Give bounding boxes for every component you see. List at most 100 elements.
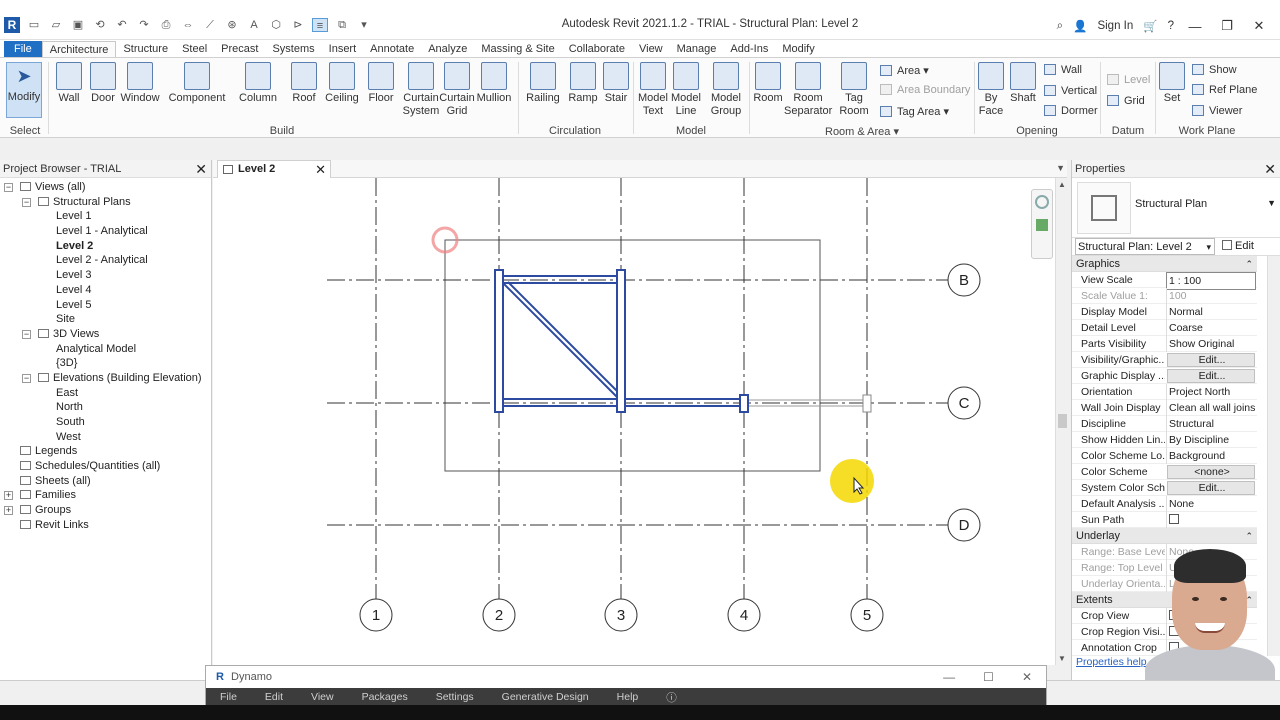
tree-item-3d-views[interactable]: − 3D Views bbox=[0, 327, 211, 342]
mullion-button[interactable]: Mullion bbox=[476, 62, 512, 105]
property-group-graphics[interactable]: Graphics ⌃ bbox=[1072, 256, 1257, 272]
column-2[interactable] bbox=[494, 269, 504, 413]
collapse-icon[interactable]: ⌃ bbox=[1245, 528, 1253, 544]
drawing-canvas[interactable]: 1 2 3 4 5 B C D bbox=[213, 178, 1055, 665]
brace-diagonal-edge[interactable] bbox=[507, 281, 620, 394]
tab-structure[interactable]: Structure bbox=[116, 41, 175, 58]
scroll-up-icon[interactable]: ▲ bbox=[1058, 180, 1066, 189]
tree-item-level-2[interactable]: Level 2 bbox=[0, 239, 211, 254]
collapse-icon[interactable]: − bbox=[4, 183, 13, 192]
ramp-button[interactable]: Ramp bbox=[566, 62, 600, 105]
tab-menu-icon[interactable]: ▼ bbox=[1056, 163, 1065, 173]
properties-help-link[interactable]: Properties help bbox=[1076, 656, 1147, 668]
tree-item-elevations-building-elevation[interactable]: − Elevations (Building Elevation) bbox=[0, 371, 211, 386]
modify-button[interactable]: ➤ Modify bbox=[6, 62, 42, 118]
tree-item-east[interactable]: East bbox=[0, 386, 211, 401]
search-icon[interactable]: ⌕ bbox=[1057, 20, 1063, 33]
column-4[interactable] bbox=[739, 394, 749, 413]
property-value[interactable]: Project North bbox=[1166, 384, 1256, 400]
railing-button[interactable]: Railing bbox=[522, 62, 564, 105]
dynamo-menu-packages[interactable]: Packages bbox=[362, 691, 408, 703]
dynamo-menu-generative-design[interactable]: Generative Design bbox=[502, 691, 589, 703]
tree-item-analytical-model[interactable]: Analytical Model bbox=[0, 342, 211, 357]
column-3[interactable] bbox=[616, 269, 626, 413]
tree-item-structural-plans[interactable]: − Structural Plans bbox=[0, 195, 211, 210]
tab-steel[interactable]: Steel bbox=[175, 41, 214, 58]
curtain-system-button[interactable]: Curtain System bbox=[400, 62, 442, 118]
checkbox-icon[interactable] bbox=[1169, 514, 1179, 524]
property-edit-button[interactable]: Edit... bbox=[1167, 481, 1255, 495]
expand-icon[interactable]: + bbox=[4, 491, 13, 501]
structural-plan-drawing[interactable]: 1 2 3 4 5 B C D bbox=[213, 178, 1055, 665]
tab-insert[interactable]: Insert bbox=[322, 41, 364, 58]
brace-diagonal[interactable] bbox=[501, 281, 620, 400]
tab-add-ins[interactable]: Add-Ins bbox=[723, 41, 775, 58]
component-button[interactable]: Component bbox=[166, 62, 228, 105]
tree-item-level-3[interactable]: Level 3 bbox=[0, 268, 211, 283]
view-scrollbar[interactable]: ▲ ▼ bbox=[1055, 178, 1069, 665]
property-edit-button[interactable]: Edit... bbox=[1167, 369, 1255, 383]
expand-icon[interactable]: + bbox=[4, 506, 13, 516]
collapse-icon[interactable]: − bbox=[22, 373, 31, 383]
model-line-button[interactable]: Model Line bbox=[670, 62, 702, 118]
viewer-button[interactable]: Viewer bbox=[1192, 105, 1242, 117]
tree-item-revit-links[interactable]: Revit Links bbox=[0, 518, 211, 533]
close-icon[interactable]: ✕ bbox=[315, 161, 326, 178]
minimize-icon[interactable]: — bbox=[943, 666, 955, 688]
close-icon[interactable]: ✕ bbox=[1248, 18, 1270, 34]
tag-area-button[interactable]: Tag Area ▾ bbox=[880, 105, 949, 118]
dynamo-menu-settings[interactable]: Settings bbox=[436, 691, 474, 703]
tree-item-south[interactable]: South bbox=[0, 415, 211, 430]
shaft-button[interactable]: Shaft bbox=[1008, 62, 1038, 105]
info-icon[interactable]: ⓘ bbox=[666, 690, 677, 705]
dynamo-menu-view[interactable]: View bbox=[311, 691, 334, 703]
close-icon[interactable]: ✕ bbox=[195, 160, 207, 178]
type-selector[interactable]: Structural Plan ▼ bbox=[1072, 178, 1280, 238]
room-button[interactable]: Room bbox=[752, 62, 784, 105]
scrollbar-thumb[interactable] bbox=[1058, 414, 1067, 428]
tab-view[interactable]: View bbox=[632, 41, 670, 58]
property-value[interactable]: By Discipline bbox=[1166, 432, 1256, 448]
chevron-down-icon[interactable]: ▼ bbox=[1267, 198, 1276, 208]
property-edit-button[interactable]: <none> bbox=[1167, 465, 1255, 479]
property-value[interactable]: Background bbox=[1166, 448, 1256, 464]
dynamo-menu-help[interactable]: Help bbox=[617, 691, 639, 703]
select-label[interactable]: Select bbox=[4, 125, 46, 137]
tree-item-level-4[interactable]: Level 4 bbox=[0, 283, 211, 298]
floor-button[interactable]: Floor bbox=[364, 62, 398, 105]
area-button[interactable]: Area ▾ bbox=[880, 64, 929, 77]
navigation-bar[interactable] bbox=[1031, 189, 1053, 259]
tree-item-level-1[interactable]: Level 1 bbox=[0, 209, 211, 224]
tab-modify[interactable]: Modify bbox=[775, 41, 821, 58]
tree-item-groups[interactable]: + Groups bbox=[0, 503, 211, 518]
tree-item-level-5[interactable]: Level 5 bbox=[0, 298, 211, 313]
collapse-icon[interactable]: − bbox=[22, 329, 31, 339]
dynamo-menu-edit[interactable]: Edit bbox=[265, 691, 283, 703]
vertical-opening-button[interactable]: Vertical bbox=[1044, 85, 1097, 97]
property-checkbox[interactable] bbox=[1166, 512, 1256, 528]
property-value[interactable]: Clean all wall joins bbox=[1166, 400, 1256, 416]
property-value[interactable]: Normal bbox=[1166, 304, 1256, 320]
level-button[interactable]: Level bbox=[1107, 74, 1150, 86]
wall-button[interactable]: Wall bbox=[52, 62, 86, 105]
tab-collaborate[interactable]: Collaborate bbox=[562, 41, 632, 58]
area-boundary-button[interactable]: Area Boundary bbox=[880, 84, 970, 96]
show-workplane-button[interactable]: Show bbox=[1192, 64, 1237, 76]
tree-item-legends[interactable]: Legends bbox=[0, 444, 211, 459]
maximize-icon[interactable]: ❐ bbox=[1216, 18, 1238, 34]
roof-button[interactable]: Roof bbox=[286, 62, 322, 105]
model-text-button[interactable]: Model Text bbox=[636, 62, 670, 118]
property-value[interactable]: Structural bbox=[1166, 416, 1256, 432]
collapse-icon[interactable]: ⌃ bbox=[1245, 256, 1253, 272]
wall-opening-button[interactable]: Wall bbox=[1044, 64, 1082, 76]
property-group-underlay[interactable]: Underlay ⌃ bbox=[1072, 528, 1257, 544]
tree-item-site[interactable]: Site bbox=[0, 312, 211, 327]
property-value[interactable]: Show Original bbox=[1166, 336, 1256, 352]
property-edit-button[interactable]: Edit... bbox=[1167, 353, 1255, 367]
tree-item-west[interactable]: West bbox=[0, 430, 211, 445]
door-button[interactable]: Door bbox=[88, 62, 118, 105]
tree-item-level-2-analytical[interactable]: Level 2 - Analytical bbox=[0, 253, 211, 268]
tab-precast[interactable]: Precast bbox=[214, 41, 265, 58]
close-icon[interactable]: ✕ bbox=[1264, 160, 1276, 178]
tree-item-sheets-all[interactable]: Sheets (all) bbox=[0, 474, 211, 489]
